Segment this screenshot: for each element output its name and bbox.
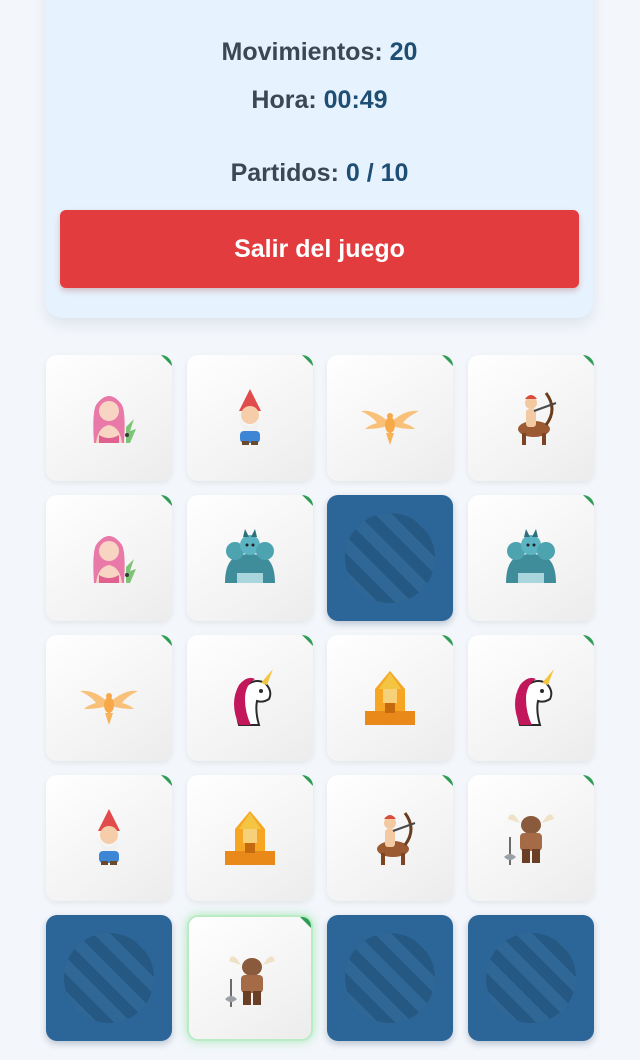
memory-card-hidden[interactable] <box>46 915 172 1041</box>
matches-value: 0 / 10 <box>345 159 409 187</box>
phoenix-icon <box>74 663 144 733</box>
gnome-icon <box>215 383 285 453</box>
memory-card[interactable] <box>186 495 313 621</box>
card-corner-marker <box>299 917 311 928</box>
card-corner-marker <box>161 775 172 786</box>
card-corner-marker <box>582 355 594 366</box>
card-back-icon <box>64 933 154 1023</box>
memory-card[interactable] <box>186 355 313 481</box>
matches-label: Partidos: <box>230 159 339 187</box>
card-corner-marker <box>161 495 172 506</box>
gnome-icon <box>74 803 144 873</box>
mermaid-icon <box>74 523 144 593</box>
card-corner-marker <box>442 355 453 366</box>
card-back-icon <box>345 513 435 603</box>
memory-card[interactable] <box>327 775 453 901</box>
card-corner-marker <box>161 635 172 646</box>
memory-card[interactable] <box>467 355 594 481</box>
memory-card[interactable] <box>46 355 172 481</box>
unicorn-icon <box>215 663 285 733</box>
minotaur-icon <box>496 803 566 873</box>
memory-card[interactable] <box>327 355 453 481</box>
sphinx-icon <box>215 803 285 873</box>
memory-card[interactable] <box>186 915 313 1041</box>
card-corner-marker <box>161 355 172 366</box>
memory-card[interactable] <box>186 775 313 901</box>
memory-card[interactable] <box>467 635 594 761</box>
memory-card-hidden[interactable] <box>327 915 453 1041</box>
card-corner-marker <box>442 635 453 646</box>
sphinx-icon <box>355 663 425 733</box>
moves-label: Movimientos: <box>221 38 383 66</box>
card-corner-marker <box>301 495 313 506</box>
card-corner-marker <box>301 355 313 366</box>
memory-card[interactable] <box>46 635 172 761</box>
cerberus-icon <box>496 523 566 593</box>
minotaur-icon <box>217 945 287 1015</box>
centaur-icon <box>496 383 566 453</box>
card-corner-marker <box>582 495 594 506</box>
memory-card-hidden[interactable] <box>327 495 453 621</box>
card-corner-marker <box>301 635 313 646</box>
moves-value: 20 <box>389 38 418 66</box>
memory-card[interactable] <box>467 775 594 901</box>
memory-card[interactable] <box>327 635 453 761</box>
exit-game-button[interactable]: Salir del juego <box>60 210 579 288</box>
phoenix-icon <box>355 383 425 453</box>
memory-card[interactable] <box>46 495 172 621</box>
card-corner-marker <box>582 635 594 646</box>
cerberus-icon <box>215 523 285 593</box>
time-label: Hora: <box>251 86 317 114</box>
matches-stat: Partidos: 0 / 10 <box>46 159 593 188</box>
time-value: 00:49 <box>323 86 388 114</box>
memory-card-hidden[interactable] <box>467 915 594 1041</box>
card-back-icon <box>345 933 435 1023</box>
moves-stat: Movimientos: 20 <box>46 38 593 67</box>
unicorn-icon <box>496 663 566 733</box>
memory-card[interactable] <box>467 495 594 621</box>
time-stat: Hora: 00:49 <box>46 86 593 115</box>
card-corner-marker <box>301 775 313 786</box>
memory-card[interactable] <box>46 775 172 901</box>
memory-card[interactable] <box>186 635 313 761</box>
card-corner-marker <box>582 775 594 786</box>
card-back-icon <box>485 933 576 1023</box>
centaur-icon <box>355 803 425 873</box>
mermaid-icon <box>74 383 144 453</box>
card-corner-marker <box>442 775 453 786</box>
